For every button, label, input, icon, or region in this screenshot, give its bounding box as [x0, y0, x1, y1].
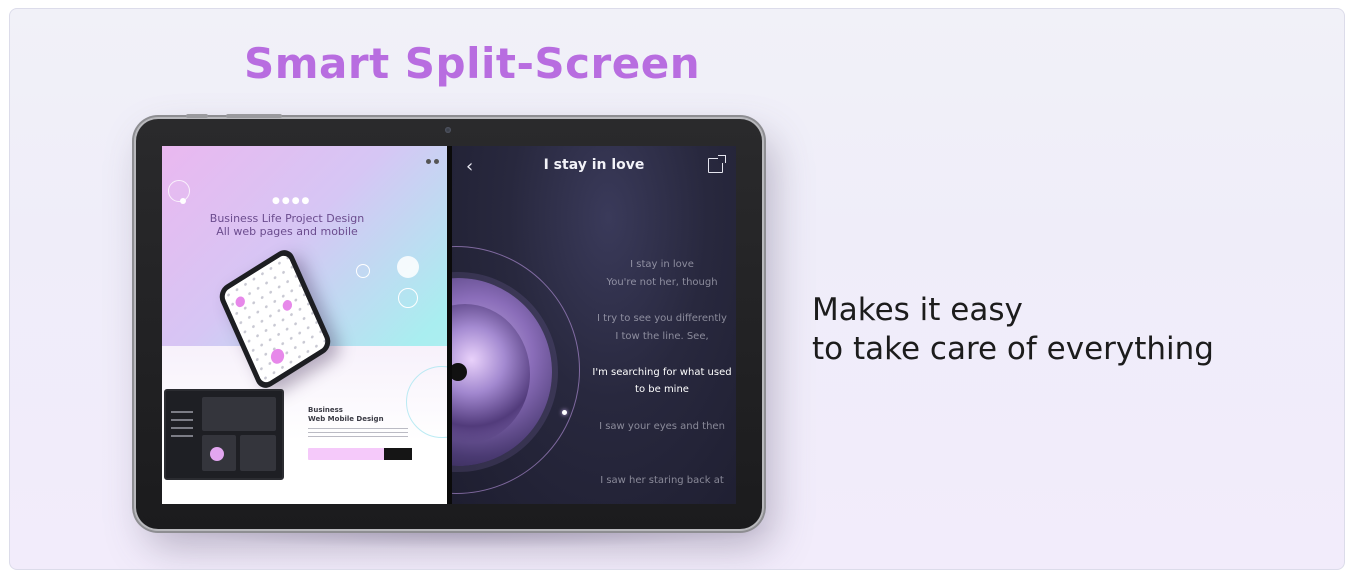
lyric-line: I try to see you differently	[597, 313, 727, 324]
calendar-highlight	[233, 294, 247, 310]
promo-card: Smart Split-Screen Makes it easy to take…	[9, 8, 1345, 570]
settings-icon[interactable]	[434, 159, 439, 164]
submit-button[interactable]	[384, 448, 412, 460]
email-input[interactable]	[308, 448, 412, 460]
external-share-icon[interactable]	[708, 155, 726, 173]
lyric-line: I saw your eyes and then	[599, 421, 725, 432]
lyric-line: I tow the line. See,	[615, 331, 709, 342]
volume-button	[226, 114, 282, 118]
hero-title-line-2: All web pages and mobile	[216, 225, 358, 238]
decor-circle	[168, 180, 190, 202]
decor-ring	[398, 288, 418, 308]
left-pane-web-app[interactable]: ●●●● Business Life Project Design All we…	[162, 146, 447, 504]
calendar-event	[268, 346, 287, 367]
laptop-stats-panel	[240, 435, 276, 471]
laptop-mockup	[164, 389, 284, 480]
laptop-map-panel	[202, 397, 276, 431]
laptop-menu-line	[171, 411, 193, 413]
calendar-highlight	[281, 298, 294, 313]
hero-dots: ●●●●	[272, 196, 312, 206]
laptop-donut	[210, 447, 224, 461]
card-title-line-2: Web Mobile Design	[308, 415, 384, 423]
left-pane-toolbar	[423, 149, 441, 164]
tablet-device: ●●●● Business Life Project Design All we…	[136, 114, 762, 529]
lyric-line: You're not her, though	[606, 277, 718, 288]
search-icon[interactable]	[426, 159, 431, 164]
decor-dot	[180, 198, 186, 204]
laptop-menu-line	[171, 435, 193, 437]
headline: Smart Split-Screen	[244, 39, 701, 88]
tablet-screen: ●●●● Business Life Project Design All we…	[162, 146, 736, 504]
progress-handle[interactable]	[562, 410, 567, 415]
lyric-line: I saw her staring back at	[600, 475, 724, 486]
card-title-line-1: Business	[308, 406, 343, 414]
laptop-menu-line	[171, 427, 193, 429]
laptop-menu-line	[171, 419, 193, 421]
right-pane-music-app[interactable]: ‹ I stay in love I stay in love You're n…	[452, 146, 736, 504]
lyric-line: I stay in love	[630, 259, 694, 270]
tagline-line-1: Makes it easy	[812, 292, 1023, 328]
card-title: Business Web Mobile Design	[308, 406, 384, 424]
decor-ring	[356, 264, 370, 278]
front-camera	[445, 127, 451, 133]
hero-title-line-1: Business Life Project Design	[209, 212, 365, 225]
tagline-line-2: to take care of everything	[812, 331, 1214, 367]
power-button	[186, 114, 208, 118]
song-title: I stay in love	[543, 157, 645, 173]
lyric-line-active: I'm searching for what used to be mine	[592, 367, 732, 395]
card-description	[308, 428, 408, 440]
decor-bubble	[397, 256, 419, 278]
tagline: Makes it easy to take care of everything	[812, 291, 1214, 369]
